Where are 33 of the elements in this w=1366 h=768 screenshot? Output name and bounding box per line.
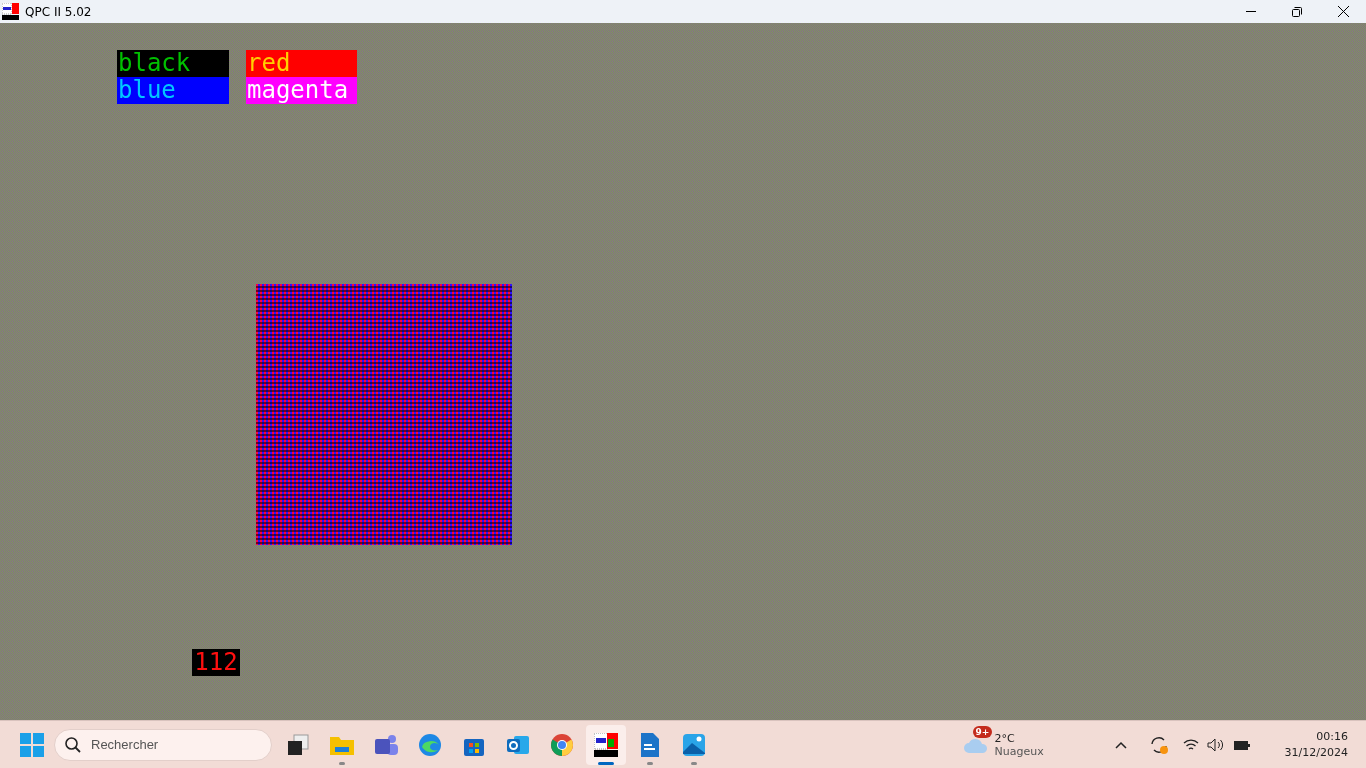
temperature-text: 2°C [994, 731, 1016, 745]
windows-logo-icon [20, 732, 44, 757]
sync-icon[interactable] [1148, 734, 1169, 755]
weather-condition-text: Nuageux [994, 744, 1045, 758]
color-label: blue [117, 77, 229, 104]
emulator-app-icon [594, 732, 618, 757]
speaker-icon[interactable] [1206, 737, 1225, 752]
search-field[interactable]: Rechercher [54, 728, 272, 761]
overlapping-squares-icon [286, 732, 310, 757]
minimize-icon [1246, 10, 1256, 13]
chevron-up-icon[interactable] [1114, 740, 1127, 749]
color-label: magenta [246, 77, 357, 104]
wifi-icon[interactable] [1182, 737, 1199, 752]
wave-circle-icon [418, 732, 442, 757]
color-label: red [246, 50, 357, 77]
taskbar-app-button[interactable] [586, 724, 626, 765]
counter-text: 112 [192, 649, 240, 676]
battery-icon[interactable] [1232, 738, 1251, 751]
notification-badge: 9+ [972, 725, 993, 738]
picture-icon [682, 732, 706, 757]
search-input[interactable]: Rechercher [89, 736, 253, 753]
people-icon [373, 732, 399, 757]
color-label: black [117, 50, 229, 77]
clock-date: 31/12/2024 [1284, 746, 1348, 759]
app-logo-icon [2, 3, 19, 20]
clock-time: 00:16 [1316, 730, 1348, 743]
round-browser-icon [550, 732, 574, 757]
start-button[interactable] [20, 732, 44, 757]
search-icon [65, 736, 81, 753]
restore-icon [1292, 6, 1302, 17]
close-icon [1337, 6, 1349, 17]
window-title: QPC II 5.02 [25, 4, 93, 19]
document-icon [639, 731, 661, 758]
